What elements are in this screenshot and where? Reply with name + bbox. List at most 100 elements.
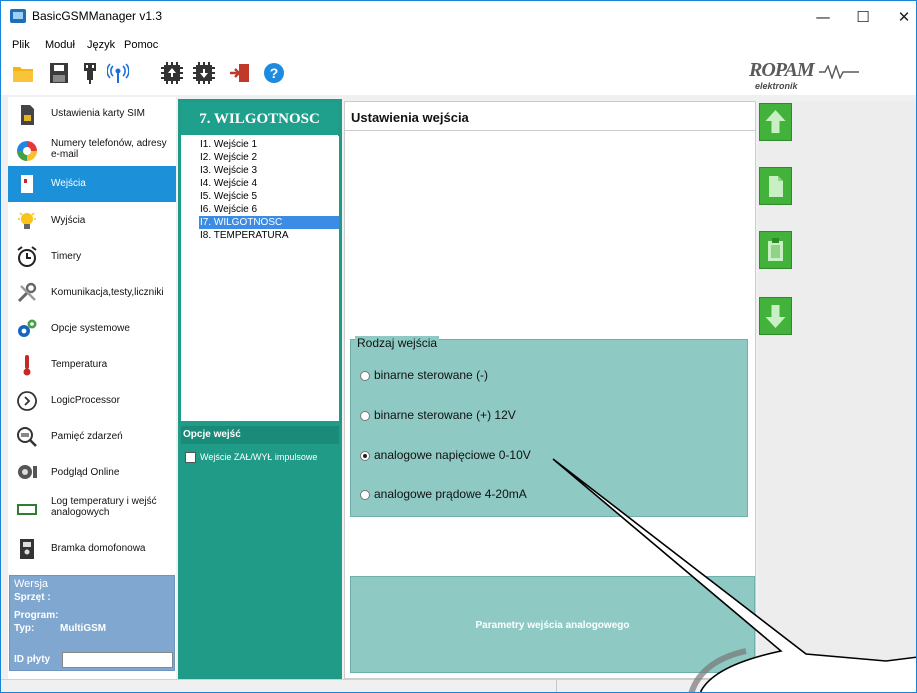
sidebar-item-inputs[interactable]: Wejścia xyxy=(8,166,176,202)
impulse-checkbox-label: Wejście ZAŁ/WYŁ impulsowe xyxy=(200,452,318,462)
sidebar-item-label: Podgląd Online xyxy=(51,467,120,478)
tools-icon xyxy=(17,282,37,303)
menu-pomoc[interactable]: Pomoc xyxy=(124,39,158,51)
sidebar-item-label: Komunikacja,testy,liczniki xyxy=(51,287,164,298)
version-legend: Wersja xyxy=(14,578,49,590)
impulse-checkbox[interactable] xyxy=(185,452,196,463)
minimize-button[interactable]: — xyxy=(813,7,833,27)
sidebar-item-timers[interactable]: Timery xyxy=(8,239,176,275)
radio-binary-negative[interactable] xyxy=(360,371,370,381)
thermometer-icon xyxy=(23,355,31,376)
input-type-group: Rodzaj wejścia binarne sterowane (-) bin… xyxy=(350,336,748,517)
antenna-icon[interactable] xyxy=(107,62,129,84)
brain-icon xyxy=(17,391,37,411)
list-item[interactable]: I5. Wejście 5 xyxy=(200,190,339,203)
sidebar-item-contacts[interactable]: Numery telefonów, adresy e-mail xyxy=(8,133,176,169)
maximize-button[interactable]: ☐ xyxy=(853,7,873,27)
sidebar-item-communication[interactable]: Komunikacja,testy,liczniki xyxy=(8,275,176,311)
paste-icon xyxy=(768,238,783,261)
help-glyph: ? xyxy=(270,65,279,81)
save-icon[interactable] xyxy=(48,62,70,84)
sidebar-item-label: Pamięć zdarzeń xyxy=(51,431,123,442)
board-id-label: ID płyty xyxy=(14,654,51,665)
sidebar-item-label: Wyjścia xyxy=(51,215,86,226)
sidebar-item-label: Temperatura xyxy=(51,359,108,370)
sidebar-item-label: Opcje systemowe xyxy=(51,323,130,334)
type-value: MultiGSM xyxy=(60,623,107,634)
sidebar-item-system-options[interactable]: Opcje systemowe xyxy=(8,311,176,347)
input-icon xyxy=(21,175,33,193)
radio-analog-current[interactable] xyxy=(360,490,370,500)
menu-jezyk[interactable]: Język xyxy=(87,39,115,51)
logo-main: ROPAM xyxy=(749,59,815,81)
log-icon xyxy=(17,504,37,515)
sidebar-item-label: Log temperatury i wejść analogowych xyxy=(51,496,157,518)
toolbar: ? ROPAM elektronik xyxy=(1,55,916,95)
folder-open-icon[interactable] xyxy=(12,62,34,84)
input-type-legend: Rodzaj wejścia xyxy=(355,336,440,350)
radio-label: analogowe napięciowe 0-10V xyxy=(374,448,531,462)
sidebar-item-temperature[interactable]: Temperatura xyxy=(8,347,176,383)
usb-plug-icon[interactable] xyxy=(79,62,101,84)
gears-icon xyxy=(18,319,37,337)
sidebar-item-logicprocessor[interactable]: LogicProcessor xyxy=(8,383,176,419)
list-item[interactable]: I2. Wejście 2 xyxy=(200,151,339,164)
program-label: Program: xyxy=(14,610,59,621)
app-window: BasicGSMManager v1.3 — ☐ ✕ Plik Moduł Ję… xyxy=(0,0,917,693)
sidebar-item-online-preview[interactable]: Podgląd Online xyxy=(8,455,176,491)
list-item-selected[interactable]: I7. WILGOTNOSC xyxy=(199,216,339,229)
list-item[interactable]: I3. Wejście 3 xyxy=(200,164,339,177)
list-item[interactable]: I8. TEMPERATURA xyxy=(200,229,339,242)
sidebar-item-intercom[interactable]: Bramka domofonowa xyxy=(8,531,176,567)
move-up-button[interactable] xyxy=(759,103,792,141)
board-id-input[interactable] xyxy=(62,652,173,668)
radio-label: binarne sterowane (+) 12V xyxy=(374,408,516,422)
move-up-icon xyxy=(765,110,786,133)
list-item[interactable]: I4. Wejście 4 xyxy=(200,177,339,190)
help-icon[interactable]: ? xyxy=(263,62,285,84)
close-button[interactable]: ✕ xyxy=(894,7,914,27)
sidebar-item-label: Timery xyxy=(51,251,82,262)
sidebar-item-label: LogicProcessor xyxy=(51,395,120,406)
type-label: Typ: xyxy=(14,623,35,634)
title-bar: BasicGSMManager v1.3 — ☐ ✕ xyxy=(1,1,916,33)
menu-plik[interactable]: Plik xyxy=(12,39,30,51)
analog-params-button[interactable]: Parametry wejścia analogowego xyxy=(350,576,755,673)
sidebar-item-label: Numery telefonów, adresy e-mail xyxy=(51,138,167,160)
settings-title: Ustawienia wejścia xyxy=(351,110,469,125)
status-bar xyxy=(1,679,916,692)
app-icon xyxy=(10,9,26,23)
online-preview-icon xyxy=(18,465,37,479)
sidebar-item-outputs[interactable]: Wyjścia xyxy=(8,203,176,239)
input-settings-panel: Ustawienia wejścia Rodzaj wejścia binarn… xyxy=(344,101,756,679)
list-item[interactable]: I6. Wejście 6 xyxy=(200,203,339,216)
bulb-icon xyxy=(18,212,36,229)
menu-bar: Plik Moduł Język Pomoc xyxy=(1,33,916,55)
sidebar-item-event-memory[interactable]: Pamięć zdarzeń xyxy=(8,419,176,455)
inputs-panel: 7. WILGOTNOSC I1. Wejście 1 I2. Wejście … xyxy=(178,99,342,679)
copy-button[interactable] xyxy=(759,167,792,205)
copy-icon xyxy=(769,176,783,197)
menu-modul[interactable]: Moduł xyxy=(45,39,75,51)
move-down-icon xyxy=(765,305,786,328)
list-item[interactable]: I1. Wejście 1 xyxy=(200,138,339,151)
exit-door-icon[interactable] xyxy=(229,62,251,84)
sidebar-item-label: Wejścia xyxy=(51,178,86,189)
sidebar-item-sim[interactable]: Ustawienia karty SIM xyxy=(8,97,176,133)
chip-upload-icon[interactable] xyxy=(161,62,183,84)
radio-analog-voltage[interactable] xyxy=(360,451,370,461)
hardware-label: Sprzęt : xyxy=(14,592,51,603)
input-options-area: Wejście ZAŁ/WYŁ impulsowe xyxy=(181,444,339,676)
status-divider xyxy=(556,680,557,692)
move-down-button[interactable] xyxy=(759,297,792,335)
radio-binary-positive[interactable] xyxy=(360,411,370,421)
radio-label: analogowe prądowe 4-20mA xyxy=(374,487,527,501)
chip-download-icon[interactable] xyxy=(193,62,215,84)
sidebar-item-log[interactable]: Log temperatury i wejść analogowych xyxy=(8,491,176,527)
logo-sub: elektronik xyxy=(755,81,798,91)
alarm-clock-icon xyxy=(17,246,37,267)
event-memory-icon xyxy=(17,427,37,447)
right-action-column xyxy=(758,101,916,679)
input-list: I1. Wejście 1 I2. Wejście 2 I3. Wejście … xyxy=(181,136,339,421)
paste-button[interactable] xyxy=(759,231,792,269)
